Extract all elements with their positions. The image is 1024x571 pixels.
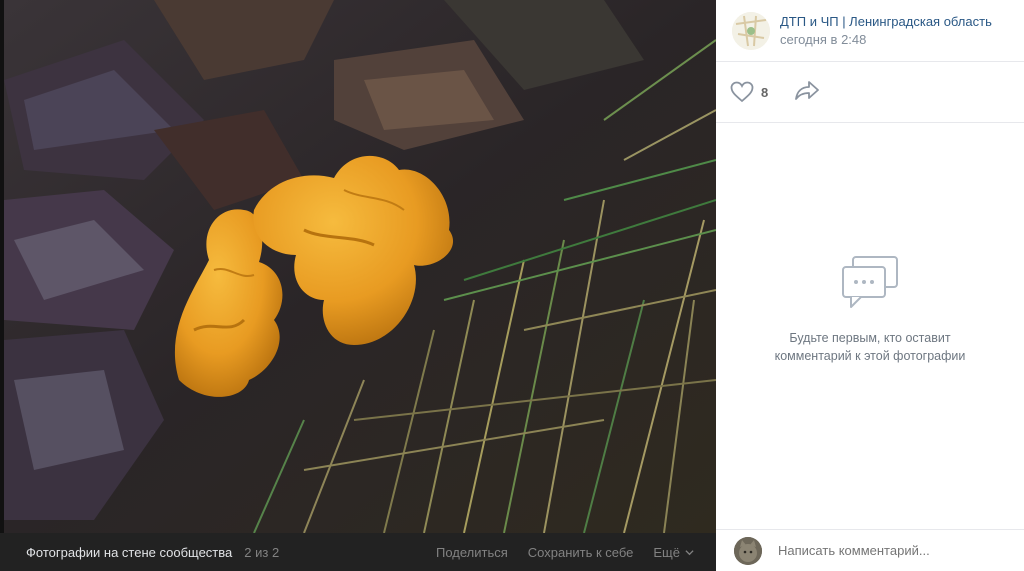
photo-bottom-bar: Фотографии на стене сообщества 2 из 2 По… (0, 533, 716, 571)
comments-empty-state: Будьте первым, кто оставит комментарий к… (716, 255, 1024, 365)
more-button[interactable]: Ещё (653, 545, 694, 560)
post-header: ДТП и ЧП | Ленинградская область сегодня… (716, 0, 1024, 62)
empty-comments-line1: Будьте первым, кто оставит (789, 331, 951, 345)
group-name-link[interactable]: ДТП и ЧП | Ленинградская область (780, 14, 1010, 29)
photo-viewer: Фотографии на стене сообщества 2 из 2 По… (0, 0, 1024, 571)
save-button[interactable]: Сохранить к себе (528, 545, 634, 560)
map-icon (732, 11, 770, 50)
photo[interactable] (4, 0, 716, 533)
more-label: Ещё (653, 544, 680, 560)
chanterelle-photo (4, 0, 716, 533)
post-time[interactable]: сегодня в 2:48 (780, 32, 1008, 47)
album-link[interactable]: Фотографии на стене сообщества (26, 545, 232, 560)
like-button[interactable]: 8 (730, 81, 768, 103)
share-icon-button[interactable] (794, 80, 820, 105)
comments-empty-icon (842, 256, 898, 308)
post-actions: 8 (716, 62, 1024, 123)
empty-comments-text: Будьте первым, кто оставит комментарий к… (716, 329, 1024, 365)
user-avatar[interactable] (734, 536, 762, 565)
like-count: 8 (761, 84, 769, 100)
share-arrow-icon (795, 80, 820, 100)
photo-counter: 2 из 2 (244, 544, 280, 560)
comment-composer (716, 529, 1024, 571)
chevron-down-icon (685, 549, 694, 555)
group-avatar[interactable] (732, 11, 770, 50)
comment-input[interactable] (778, 543, 998, 558)
empty-comments-line2: комментарий к этой фотографии (774, 349, 966, 363)
header-text: ДТП и ЧП | Ленинградская область сегодня… (780, 14, 1008, 47)
heart-icon (730, 81, 754, 103)
share-button[interactable]: Поделиться (436, 545, 508, 560)
cat-avatar-icon (734, 536, 762, 565)
photo-area: Фотографии на стене сообщества 2 из 2 По… (0, 0, 716, 571)
side-panel: ДТП и ЧП | Ленинградская область сегодня… (716, 0, 1024, 571)
